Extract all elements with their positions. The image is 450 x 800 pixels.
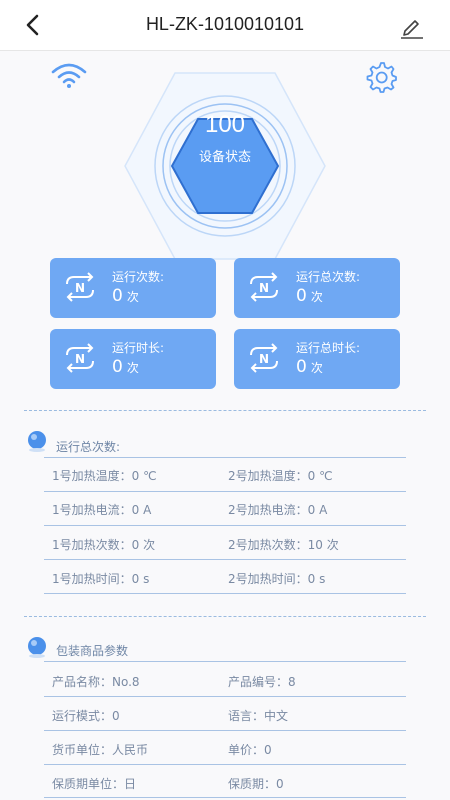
bubble-icon bbox=[28, 637, 46, 658]
row-divider bbox=[44, 797, 406, 798]
card-label: 运行总次数: bbox=[296, 270, 361, 284]
card-value: 0次 bbox=[296, 286, 323, 306]
row-divider bbox=[44, 559, 406, 560]
divider bbox=[24, 410, 426, 411]
card-label: 运行次数: bbox=[112, 270, 165, 284]
cycle-n-icon: N bbox=[66, 343, 94, 373]
page-title: HL-ZK-1010010101 bbox=[145, 14, 305, 34]
svg-text:N: N bbox=[259, 352, 269, 366]
cycle-n-icon: N bbox=[250, 272, 278, 302]
gear-icon[interactable] bbox=[364, 60, 398, 94]
card-label: 运行时长: bbox=[112, 341, 165, 355]
card-value: 0次 bbox=[112, 357, 139, 377]
bubble-icon bbox=[28, 431, 46, 452]
cycle-n-icon: N bbox=[66, 272, 94, 302]
row-divider bbox=[44, 457, 406, 458]
product-name: 产品名称：No.8 bbox=[52, 675, 140, 689]
top-bar: HL-ZK-1010010101 bbox=[0, 0, 450, 51]
section-title: 包装商品参数 bbox=[56, 644, 129, 658]
svg-text:N: N bbox=[259, 281, 269, 295]
row-divider bbox=[44, 491, 406, 492]
status-value: 100 bbox=[204, 111, 246, 138]
card-value: 0次 bbox=[296, 357, 323, 377]
device-status-hexagon: 100 设备状态 bbox=[120, 71, 330, 261]
row-divider bbox=[44, 696, 406, 697]
svg-text:N: N bbox=[75, 352, 85, 366]
row-divider bbox=[44, 764, 406, 765]
shelf-life: 保质期：0 bbox=[228, 777, 284, 791]
svg-text:N: N bbox=[75, 281, 85, 295]
cycle-n-icon: N bbox=[250, 343, 278, 373]
card-label: 运行总时长: bbox=[296, 341, 361, 355]
divider bbox=[24, 616, 426, 617]
heater2-temp: 2号加热温度：0 ℃ bbox=[228, 469, 333, 483]
main-content: 100 设备状态 N 运行次数: 0次 N 运行总次数: 0次 N 运行时长: … bbox=[0, 51, 450, 800]
row-divider bbox=[44, 593, 406, 594]
heater1-time: 1号加热时间：0 s bbox=[52, 572, 150, 586]
run-duration-card[interactable]: N 运行时长: 0次 bbox=[50, 329, 216, 389]
heater1-current: 1号加热电流：0 A bbox=[52, 503, 152, 517]
row-divider bbox=[44, 661, 406, 662]
heater2-current: 2号加热电流：0 A bbox=[228, 503, 328, 517]
heater2-count: 2号加热次数：10 次 bbox=[228, 538, 339, 552]
pencil-icon[interactable] bbox=[398, 12, 426, 40]
total-run-duration-card[interactable]: N 运行总时长: 0次 bbox=[234, 329, 400, 389]
row-divider bbox=[44, 525, 406, 526]
section-title: 运行总次数: bbox=[56, 440, 121, 454]
run-count-card[interactable]: N 运行次数: 0次 bbox=[50, 258, 216, 318]
card-value: 0次 bbox=[112, 286, 139, 306]
run-mode: 运行模式：0 bbox=[52, 709, 120, 723]
heater1-temp: 1号加热温度：0 ℃ bbox=[52, 469, 157, 483]
heater1-count: 1号加热次数：0 次 bbox=[52, 538, 156, 552]
wifi-icon[interactable] bbox=[50, 61, 88, 89]
unit-price: 单价：0 bbox=[228, 743, 272, 757]
shelf-life-unit: 保质期单位：日 bbox=[52, 777, 137, 791]
language: 语言：中文 bbox=[228, 709, 289, 723]
heater2-time: 2号加热时间：0 s bbox=[228, 572, 326, 586]
status-label: 设备状态 bbox=[198, 150, 251, 165]
total-run-count-card[interactable]: N 运行总次数: 0次 bbox=[234, 258, 400, 318]
row-divider bbox=[44, 730, 406, 731]
currency-unit: 货币单位：人民币 bbox=[52, 743, 149, 757]
product-number: 产品编号：8 bbox=[228, 675, 296, 689]
